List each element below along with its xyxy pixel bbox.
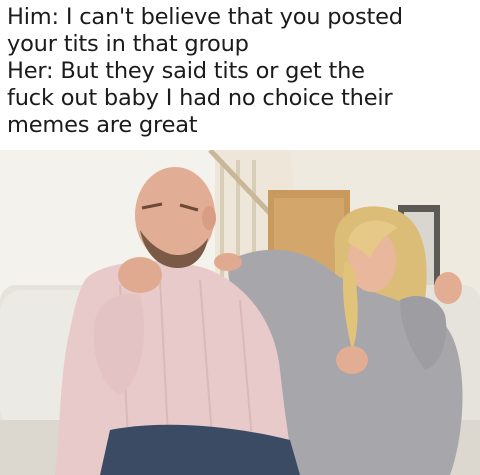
meme-caption: Him: I can't believe that you posted you… xyxy=(7,4,475,139)
couple-photo xyxy=(0,150,480,475)
caption-line-1: Him: I can't believe that you posted xyxy=(7,4,403,30)
caption-line-2: your tits in that group xyxy=(7,31,249,57)
caption-line-5: memes are great xyxy=(7,112,198,138)
couple-photo-illustration xyxy=(0,150,480,475)
hand-on-shoulder xyxy=(214,253,242,271)
caption-line-4: fuck out baby I had no choice their xyxy=(7,85,393,111)
caption-line-3: Her: But they said tits or get the xyxy=(7,58,365,84)
